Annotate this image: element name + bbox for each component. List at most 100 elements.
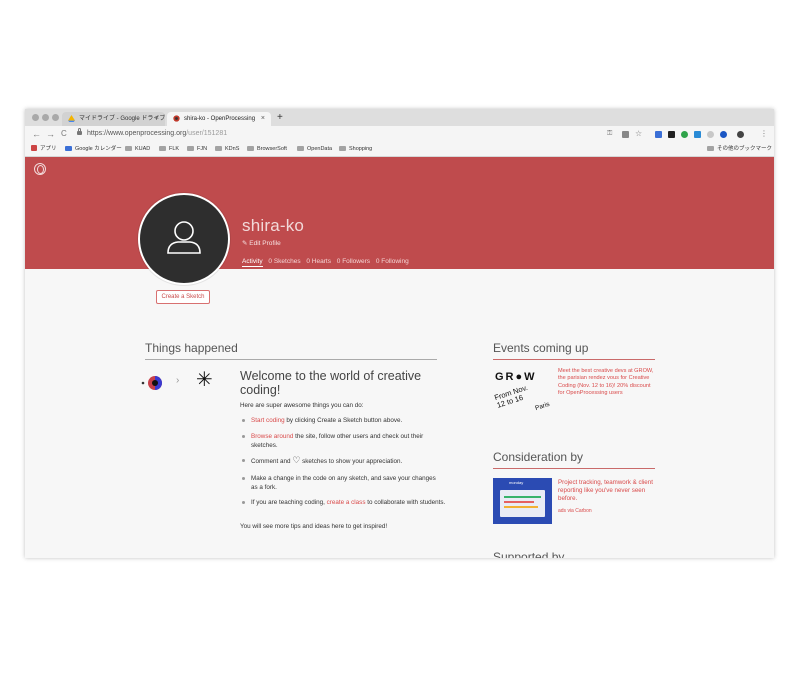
section-heading: Events coming up	[493, 341, 589, 355]
grow-dates: From Nov. 12 to 16	[493, 382, 529, 410]
divider	[145, 359, 437, 360]
other-bookmarks[interactable]: その他のブックマーク	[707, 143, 772, 156]
url-path: /user/151281	[186, 130, 228, 137]
bookmark-item[interactable]: KUAD	[125, 143, 150, 156]
divider	[493, 468, 655, 469]
openprocessing-icon	[173, 115, 180, 122]
folder-icon	[159, 146, 166, 151]
grow-logo-text: GR●W	[495, 371, 537, 383]
start-coding-link[interactable]: Start coding	[251, 417, 285, 424]
bookmark-star-icon[interactable]: ☆	[635, 128, 642, 140]
intro-text: Here are super awesome things you can do…	[240, 402, 364, 409]
back-button[interactable]: ←	[32, 128, 41, 140]
user-icon	[167, 221, 201, 254]
outro-text: You will see more tips and ideas here to…	[240, 523, 388, 530]
forward-button[interactable]: →	[46, 128, 55, 140]
browser-window: マイドライブ - Google ドライブ × shira-ko - OpenPr…	[25, 109, 774, 558]
grow-event-logo[interactable]: GR●W From Nov. 12 to 16 Paris	[493, 371, 555, 421]
tab-title: shira-ko - OpenProcessing	[184, 116, 256, 122]
reload-button[interactable]: C	[61, 128, 67, 140]
translate-icon[interactable]	[622, 131, 629, 138]
event-description[interactable]: Meet the best creative devs at GROW, the…	[558, 368, 656, 398]
tab-close-icon[interactable]: ×	[155, 112, 159, 126]
tab-openprocessing[interactable]: shira-ko - OpenProcessing ×	[167, 112, 271, 126]
calendar-icon	[65, 146, 72, 151]
browse-around-link[interactable]: Browse around	[251, 433, 293, 440]
tab-google-drive[interactable]: マイドライブ - Google ドライブ ×	[62, 112, 165, 126]
divider	[493, 359, 655, 360]
bullet-icon	[242, 435, 245, 438]
tab-following[interactable]: 0 Following	[376, 258, 409, 265]
folder-icon	[707, 146, 714, 151]
extension-icon[interactable]	[668, 131, 675, 138]
avatar	[138, 193, 230, 285]
folder-icon	[297, 146, 304, 151]
apps-bookmark[interactable]: アプリ	[31, 143, 57, 156]
list-item: If you are teaching coding, create a cla…	[251, 499, 446, 506]
new-tab-button[interactable]: +	[277, 112, 283, 124]
bookmarks-bar: アプリ Google カレンダー KUAD FLK FJN KDnS Brows…	[25, 143, 774, 157]
extension-icon[interactable]	[707, 131, 714, 138]
grow-city: Paris	[534, 400, 551, 413]
bullet-icon	[242, 459, 245, 462]
extension-icon[interactable]	[655, 131, 662, 138]
extension-icon[interactable]	[694, 131, 701, 138]
bookmark-item[interactable]: Google カレンダー	[65, 143, 122, 156]
tab-bar: マイドライブ - Google ドライブ × shira-ko - OpenPr…	[25, 109, 774, 126]
url-field[interactable]: https://www.openprocessing.org/user/1512…	[87, 127, 227, 141]
list-item: Comment and ♡ sketches to show your appr…	[251, 455, 403, 466]
list-item: Make a change in the code on any sketch,…	[251, 475, 436, 491]
bookmark-item[interactable]: BrowserSoft	[247, 143, 287, 156]
bookmark-item[interactable]: Shopping	[339, 143, 372, 156]
tab-activity[interactable]: Activity	[242, 258, 263, 267]
tab-followers[interactable]: 0 Followers	[337, 258, 370, 265]
ad-laptop-screen	[500, 490, 545, 517]
tab-hearts[interactable]: 0 Hearts	[306, 258, 331, 265]
arrow-icon: ›	[176, 375, 180, 386]
bookmark-item[interactable]: FJN	[187, 143, 207, 156]
evernote-icon[interactable]	[681, 131, 688, 138]
key-icon[interactable]: ⚿	[607, 128, 612, 140]
section-heading: Things happened	[145, 341, 238, 355]
lock-icon	[77, 128, 82, 135]
bullet-icon	[242, 477, 245, 480]
edit-profile-link[interactable]: ✎ Edit Profile	[242, 239, 281, 247]
tab-title: マイドライブ - Google ドライブ	[79, 116, 165, 122]
bullet-icon	[242, 501, 245, 504]
menu-icon[interactable]: ⋮	[760, 128, 768, 140]
ads-via-carbon-link[interactable]: ads via Carbon	[558, 508, 592, 514]
section-heading: Supported by	[493, 550, 565, 558]
folder-icon	[215, 146, 222, 151]
apps-icon	[31, 145, 37, 151]
profile-username: shira-ko	[242, 216, 305, 235]
profile-tabs: Activity 0 Sketches 0 Hearts 0 Followers…	[242, 258, 413, 267]
tab-sketches[interactable]: 0 Sketches	[268, 258, 300, 265]
close-window-button[interactable]	[32, 114, 39, 121]
bookmark-item[interactable]: FLK	[159, 143, 179, 156]
asterisk-icon: ✳	[196, 369, 213, 391]
folder-icon	[247, 146, 254, 151]
ad-image[interactable]: monday	[493, 478, 552, 524]
bookmark-item[interactable]: OpenData	[297, 143, 332, 156]
address-bar: ← → C https://www.openprocessing.org/use…	[25, 126, 774, 143]
page-content: shira-ko ✎ Edit Profile Activity 0 Sketc…	[25, 157, 774, 558]
bullet-icon	[242, 419, 245, 422]
ad-text[interactable]: Project tracking, teamwork & client repo…	[558, 479, 656, 503]
openprocessing-logo-icon	[141, 376, 162, 390]
list-item: Browse around the site, follow other use…	[251, 433, 424, 449]
profile-banner: shira-ko ✎ Edit Profile Activity 0 Sketc…	[25, 157, 774, 269]
tab-close-icon[interactable]: ×	[261, 112, 265, 126]
list-item: Start coding by clicking Create a Sketch…	[251, 417, 403, 424]
ad-brand: monday	[509, 480, 524, 485]
create-sketch-button[interactable]: Create a Sketch	[156, 290, 210, 304]
minimize-window-button[interactable]	[42, 114, 49, 121]
maximize-window-button[interactable]	[52, 114, 59, 121]
folder-icon	[125, 146, 132, 151]
create-class-link[interactable]: create a class	[327, 499, 366, 506]
openprocessing-logo-icon[interactable]	[34, 163, 46, 175]
profile-avatar[interactable]	[737, 131, 744, 138]
extension-icon[interactable]	[720, 131, 727, 138]
folder-icon	[187, 146, 194, 151]
bookmark-item[interactable]: KDnS	[215, 143, 239, 156]
folder-icon	[339, 146, 346, 151]
